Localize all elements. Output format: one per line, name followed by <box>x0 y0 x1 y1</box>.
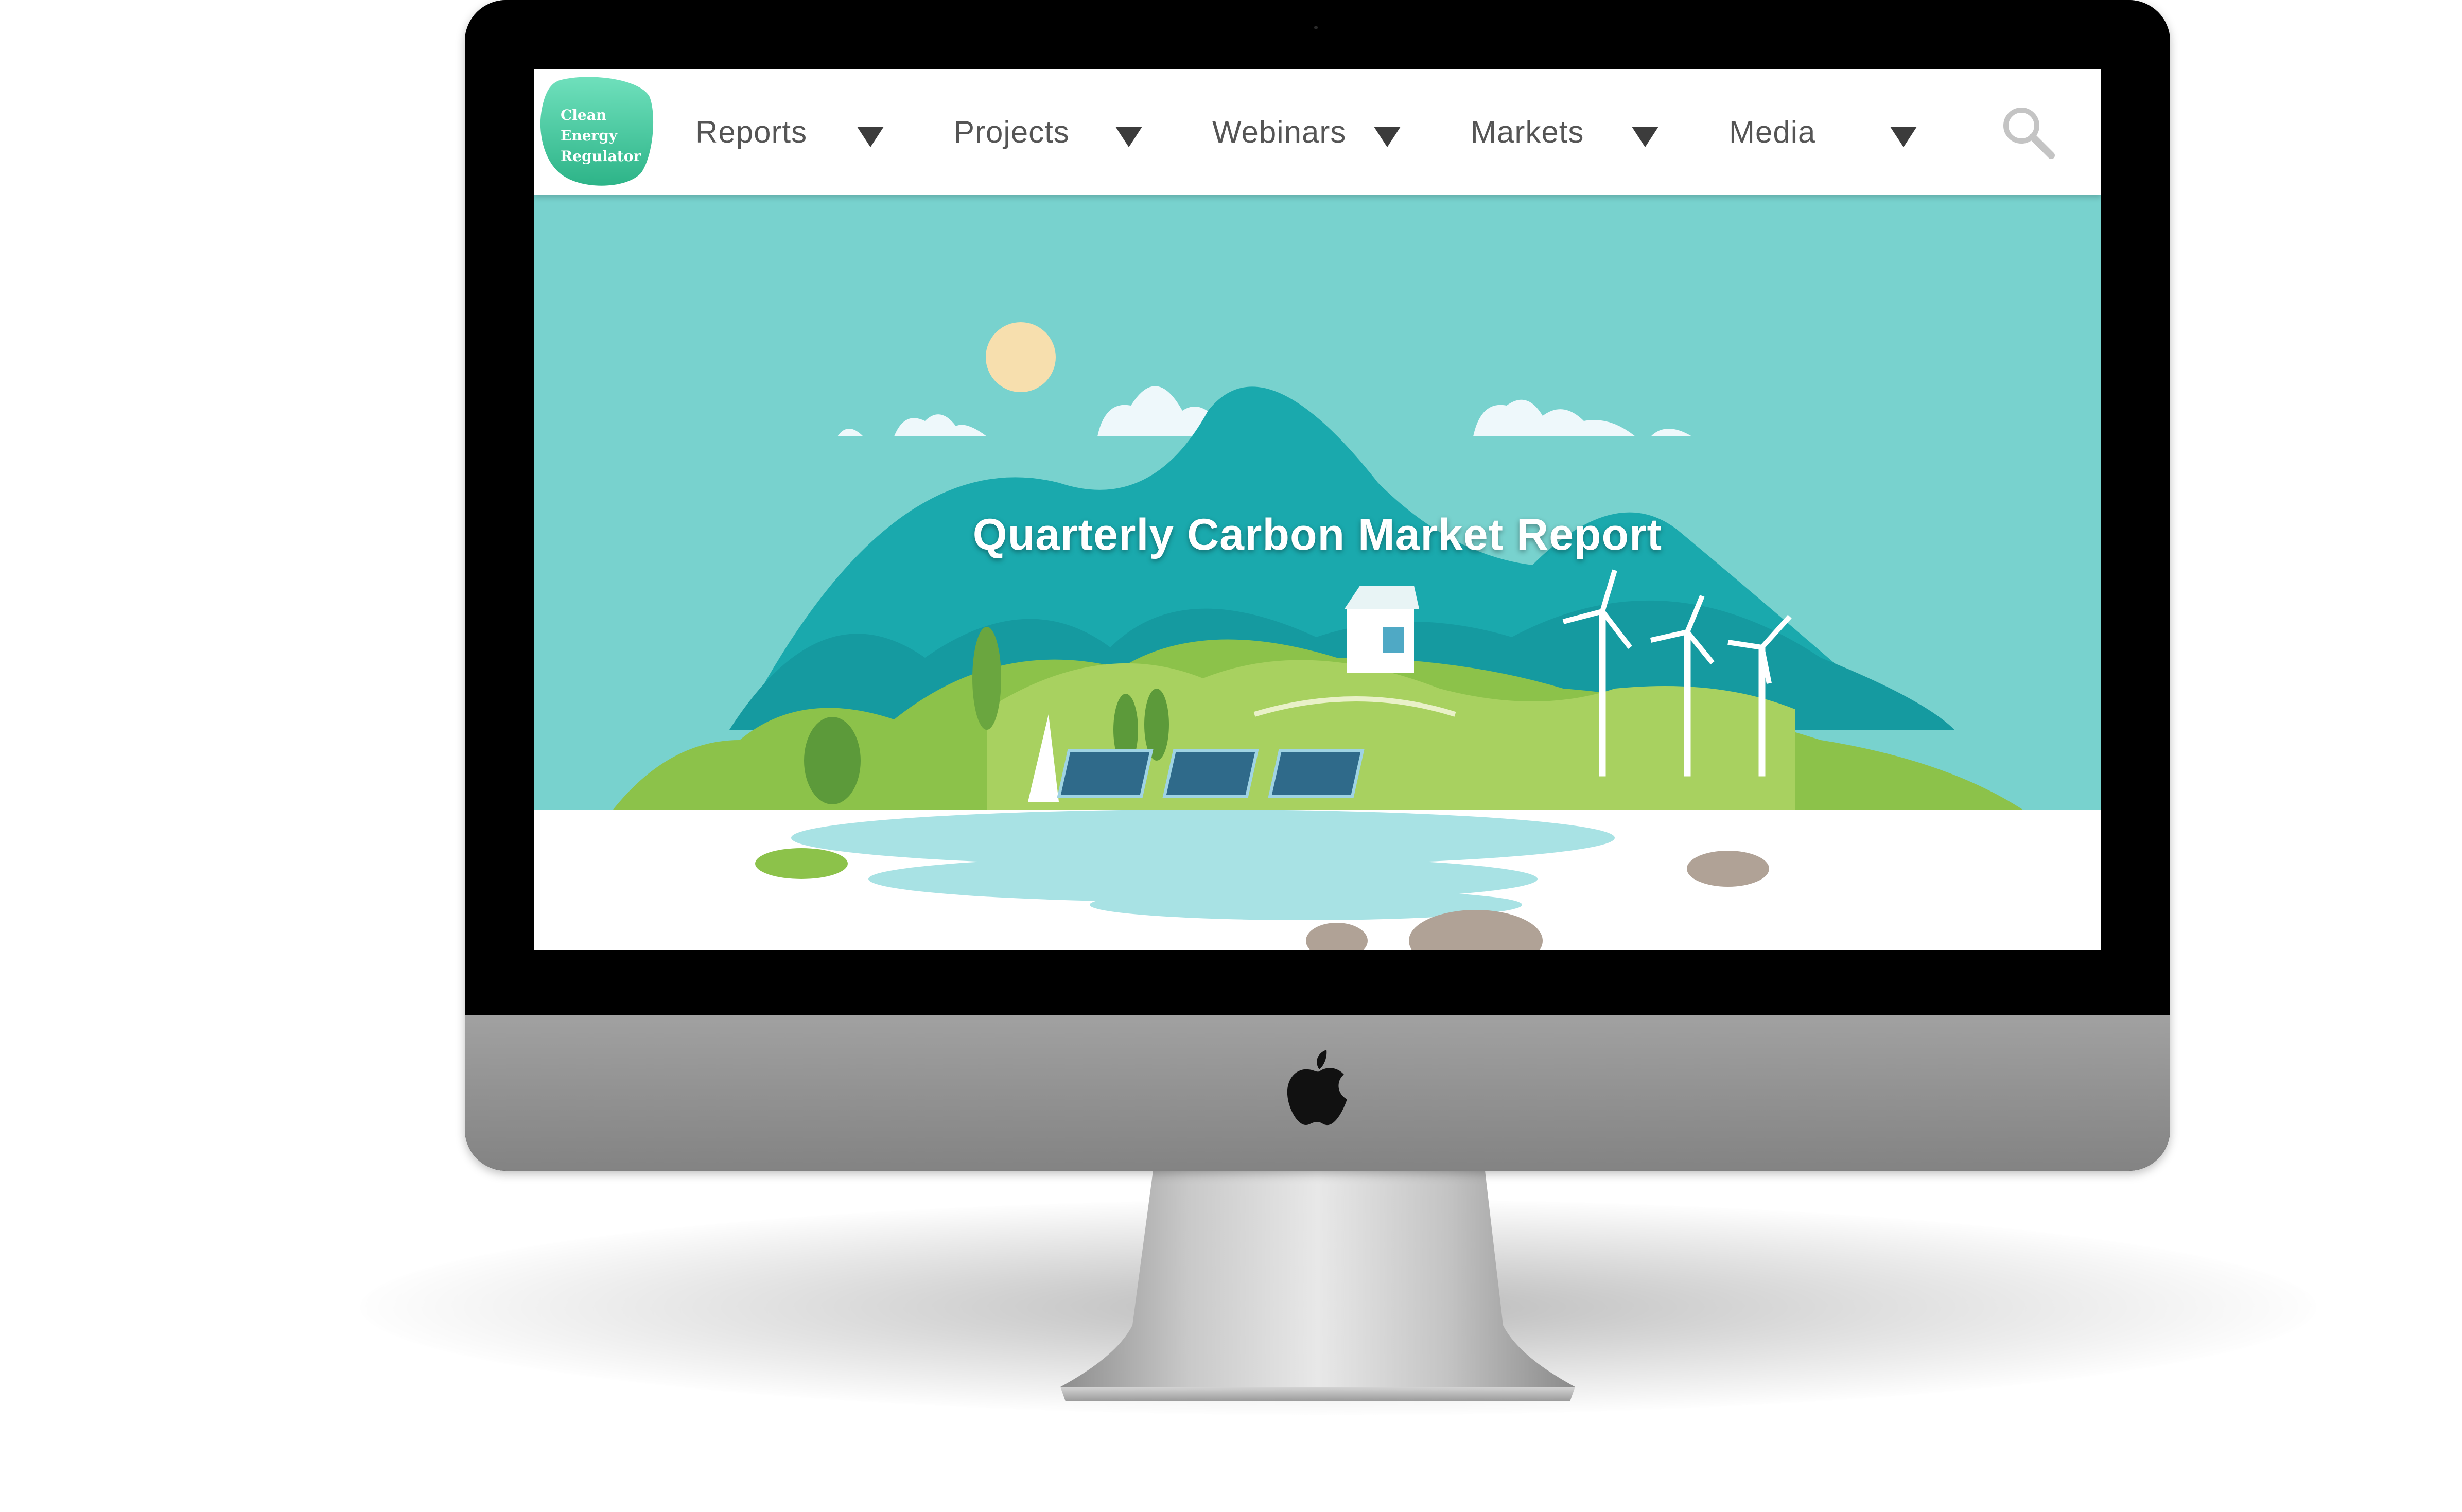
hero-title: Quarterly Carbon Market Report <box>972 510 1663 559</box>
nav-label-media: Media <box>1729 114 1816 149</box>
search-icon[interactable] <box>2001 105 2055 159</box>
top-navbar: Clean Energy Regulator Reports Projects … <box>534 69 2101 195</box>
chevron-down-icon[interactable] <box>1115 127 1142 147</box>
nav-item-webinars[interactable]: Webinars <box>1212 69 1346 195</box>
cloud-shape <box>894 414 987 436</box>
nav-item-projects[interactable]: Projects <box>954 69 1070 195</box>
logo-line-3: Regulator <box>561 148 641 165</box>
monitor-stand <box>1060 1171 1575 1401</box>
clean-energy-regulator-logo[interactable]: Clean Energy Regulator <box>539 75 654 188</box>
chevron-down-icon[interactable] <box>1374 127 1401 147</box>
website-screen: Clean Energy Regulator Reports Projects … <box>534 69 2101 950</box>
sun-shape <box>986 322 1056 392</box>
nav-item-media[interactable]: Media <box>1729 69 1815 195</box>
hero-banner: Quarterly Carbon Market Report <box>534 195 2101 950</box>
nav-label-projects: Projects <box>954 114 1070 149</box>
logo-text: Clean Energy Regulator <box>561 105 653 167</box>
cloud-shape <box>837 429 863 436</box>
apple-logo-icon <box>1287 1050 1347 1126</box>
solar-panel-group <box>1057 749 1365 798</box>
nav-label-reports: Reports <box>695 114 808 149</box>
nav-item-reports[interactable]: Reports <box>695 69 807 195</box>
logo-line-1: Clean <box>561 107 607 124</box>
chevron-down-icon[interactable] <box>1632 127 1658 147</box>
logo-line-2: Energy <box>561 127 618 144</box>
nav-label-webinars: Webinars <box>1212 114 1347 149</box>
chevron-down-icon[interactable] <box>857 127 884 147</box>
rock-shape <box>1687 851 1769 887</box>
nav-item-markets[interactable]: Markets <box>1471 69 1584 195</box>
camera-dot <box>1314 26 1318 29</box>
cloud-shape <box>1651 429 1692 436</box>
cloud-shape <box>1473 399 1635 436</box>
monitor-chin <box>465 1015 2170 1171</box>
landscape-illustration <box>534 322 2101 950</box>
chevron-down-icon[interactable] <box>1890 127 1917 147</box>
house-shape <box>1347 606 1414 673</box>
tree-shape <box>804 717 861 804</box>
nav-label-markets: Markets <box>1471 114 1584 149</box>
tree-shape <box>972 627 1001 730</box>
